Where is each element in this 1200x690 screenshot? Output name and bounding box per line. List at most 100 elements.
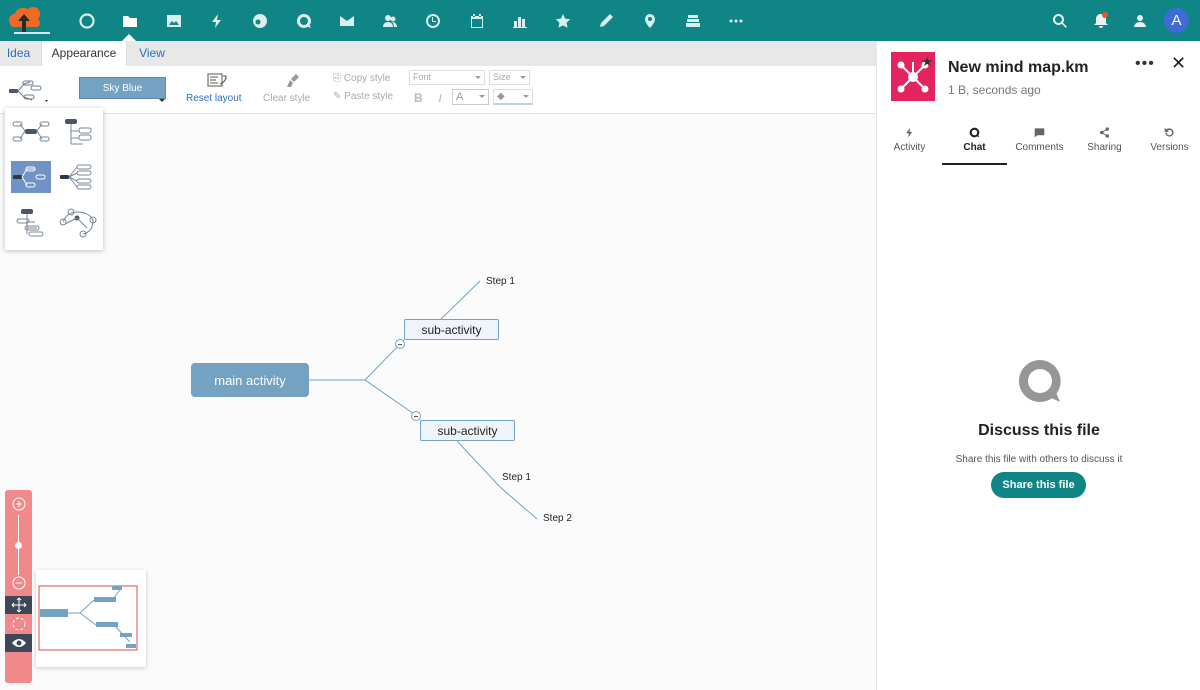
close-sidebar-icon[interactable]: ✕ — [1171, 53, 1186, 74]
font-color-label: A — [456, 91, 464, 103]
tab-appearance[interactable]: Appearance — [41, 41, 127, 66]
photos-icon[interactable] — [152, 0, 195, 41]
tab-chat-label: Chat — [963, 142, 986, 153]
contacts-icon[interactable] — [368, 0, 411, 41]
favorite-star-icon[interactable]: ★ — [921, 55, 933, 68]
file-size-and-date: 1 B, seconds ago — [948, 83, 1041, 97]
dashboard-icon[interactable] — [65, 0, 108, 41]
nextcloud-logo[interactable] — [6, 4, 54, 36]
more-apps-icon[interactable] — [714, 0, 757, 41]
pencil-icon[interactable] — [584, 0, 627, 41]
notifications-bell-icon[interactable] — [1081, 0, 1121, 41]
top-navigation-bar: A — [0, 0, 1200, 41]
reset-layout-icon[interactable] — [206, 72, 230, 90]
move-hand-icon[interactable] — [5, 596, 32, 614]
layout-option-org-chart[interactable] — [11, 206, 51, 238]
font-color-select[interactable]: A — [452, 89, 489, 105]
background-color-select[interactable]: ◆ — [493, 89, 533, 105]
tab-versions[interactable]: Versions — [1137, 127, 1200, 165]
user-avatar[interactable]: A — [1164, 8, 1189, 33]
font-size-select[interactable]: Size — [489, 70, 530, 85]
notification-badge — [1102, 12, 1108, 18]
collapse-toggle-icon[interactable] — [395, 339, 405, 349]
mindmap-leaf-node[interactable]: Step 1 — [502, 472, 531, 483]
paste-style-button[interactable]: ✎ Paste style — [333, 91, 393, 102]
tab-view[interactable]: View — [132, 41, 172, 66]
contacts-menu-icon[interactable] — [1121, 0, 1161, 41]
zoom-control-bar — [5, 490, 32, 683]
reset-layout-button[interactable]: Reset layout — [186, 93, 242, 104]
empty-state-description: Share this file with others to discuss i… — [955, 454, 1123, 465]
activity-icon[interactable] — [195, 0, 238, 41]
chat-icon — [969, 127, 980, 138]
zoom-out-icon[interactable] — [5, 574, 32, 592]
files-icon[interactable] — [108, 0, 151, 41]
chevron-down-icon — [479, 95, 485, 98]
history-icon — [1164, 127, 1174, 137]
navigator-minimap[interactable] — [36, 570, 146, 667]
zoom-in-icon[interactable] — [5, 495, 32, 513]
tab-comments[interactable]: Comments — [1007, 127, 1072, 165]
favorites-icon[interactable] — [541, 0, 584, 41]
chevron-down-icon — [475, 76, 481, 79]
maps-icon[interactable] — [628, 0, 671, 41]
zoom-slider-handle[interactable] — [15, 542, 22, 549]
calendar-icon[interactable] — [455, 0, 498, 41]
bold-button[interactable]: B — [414, 91, 423, 105]
appearance-toolbar: Sky Blue Reset layout Clear style ⎘ Copy… — [0, 66, 876, 114]
locate-root-icon[interactable] — [5, 615, 32, 633]
tab-sharing-label: Sharing — [1087, 142, 1122, 153]
share-icon — [1100, 127, 1109, 138]
talk-icon[interactable] — [282, 0, 325, 41]
font-family-select[interactable]: Font — [409, 70, 485, 85]
chevron-down-icon — [520, 76, 526, 79]
tab-sharing[interactable]: Sharing — [1072, 127, 1137, 165]
layout-option-mindmap[interactable] — [11, 116, 51, 148]
mindmap-child-node[interactable]: sub-activity — [420, 420, 515, 441]
deck-icon[interactable] — [671, 0, 714, 41]
paste-style-icon: ✎ — [333, 91, 345, 102]
activity-icon — [906, 127, 913, 138]
search-icon[interactable] — [1040, 0, 1080, 41]
mindmap-file-icon: ★ — [891, 52, 935, 101]
theme-dropdown-caret-icon[interactable] — [159, 99, 165, 102]
navigator-eye-icon[interactable] — [5, 634, 32, 652]
file-details-sidebar: ★ New mind map.km 1 B, seconds ago ••• ✕… — [876, 41, 1200, 690]
layout-option-tree[interactable] — [57, 161, 97, 193]
font-size-placeholder: Size — [493, 72, 511, 82]
tab-activity-label: Activity — [893, 142, 926, 153]
circles-icon[interactable] — [238, 0, 281, 41]
tab-activity[interactable]: Activity — [877, 127, 942, 165]
clear-style-button[interactable]: Clear style — [263, 93, 310, 104]
clock-icon[interactable] — [411, 0, 454, 41]
tab-chat[interactable]: Chat — [942, 127, 1007, 165]
more-options-icon[interactable]: ••• — [1135, 55, 1155, 73]
mindmap-root-node[interactable]: main activity — [191, 363, 309, 397]
tab-idea[interactable]: Idea — [0, 41, 37, 66]
layout-picker-popup — [5, 108, 103, 250]
layout-option-logical-right[interactable] — [11, 161, 51, 193]
analytics-icon[interactable] — [498, 0, 541, 41]
mindmap-leaf-node[interactable]: Step 1 — [486, 276, 515, 287]
share-this-file-button[interactable]: Share this file — [991, 472, 1086, 498]
mindmap-child-node[interactable]: sub-activity — [404, 319, 499, 340]
font-family-placeholder: Font — [413, 72, 432, 82]
comments-icon — [1034, 128, 1045, 138]
empty-state-title: Discuss this file — [978, 422, 1100, 439]
clear-style-icon[interactable] — [286, 73, 302, 89]
layout-option-fish-bone[interactable] — [57, 206, 97, 238]
mail-icon[interactable] — [325, 0, 368, 41]
copy-style-icon: ⎘ — [333, 73, 344, 84]
editor-tab-bar: Idea Appearance View — [0, 41, 876, 66]
copy-style-label: Copy style — [343, 73, 391, 84]
file-title: New mind map.km — [948, 59, 1089, 76]
tab-comments-label: Comments — [1015, 142, 1064, 153]
mindmap-leaf-node[interactable]: Step 2 — [543, 513, 572, 524]
italic-button[interactable]: I — [438, 91, 442, 106]
layout-option-org-right[interactable] — [57, 116, 97, 148]
template-selector-button[interactable] — [6, 76, 52, 104]
theme-sky-blue-button[interactable]: Sky Blue — [79, 77, 166, 99]
collapse-toggle-icon[interactable] — [411, 411, 421, 421]
copy-style-button[interactable]: ⎘ Copy style — [333, 73, 390, 84]
talk-empty-state-icon — [1017, 358, 1063, 404]
